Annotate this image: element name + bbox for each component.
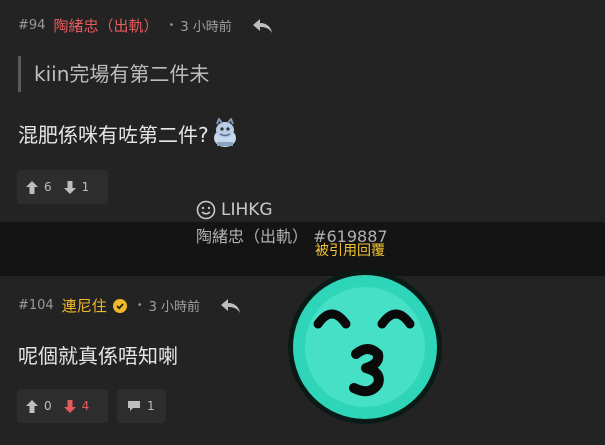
comment-icon [128,401,140,411]
comment-button[interactable]: 1 [117,389,166,423]
post-94: #94 陶緒忠（出軌） • 3 小時前 kiin完場有第二件未 混肥係咪有咗第二… [0,0,605,222]
sticker-icon [211,116,239,148]
upvote-icon[interactable] [26,180,38,194]
post-content-text: 呢個就真係唔知喇 [18,344,178,368]
post-meta: #94 陶緒忠（出軌） • 3 小時前 [18,15,274,36]
quoted-reply-tag: 被引用回覆 [315,243,385,259]
separator-dot: • [168,20,175,31]
post-content: 混肥係咪有咗第二件? [18,116,239,148]
downvote-count: 4 [81,399,90,413]
separator-dot: • [136,300,143,311]
post-time: 3 小時前 [148,300,201,315]
upvote-count: 0 [44,399,52,413]
post-number[interactable]: #94 [18,18,45,33]
smiley-icon [196,200,216,220]
upvote-count: 6 [44,180,52,194]
post-meta: #104 連尼住 • 3 小時前 [18,295,242,316]
post-content: 呢個就真係唔知喇 [18,340,178,369]
kiss-emoji-icon [288,270,442,424]
post-content-text: 混肥係咪有咗第二件? [18,122,209,147]
upvote-icon[interactable] [26,399,38,413]
vote-bar: 6 1 [17,170,108,204]
reply-icon[interactable] [220,297,242,315]
lihkg-watermark: LIHKG 陶緒忠（出軌） #619887 被引用回覆 [196,200,388,259]
quoted-text: kiin完場有第二件未 [18,56,209,92]
watermark-brand-text: LIHKG [221,200,273,220]
post-number[interactable]: #104 [18,298,54,313]
downvote-icon[interactable] [63,399,76,413]
vote-bar: 0 4 [17,389,108,423]
comment-count: 1 [147,399,155,413]
watermark-brand: LIHKG [196,200,388,220]
username[interactable]: 陶緒忠（出軌） [53,15,158,36]
downvote-icon[interactable] [63,180,76,194]
downvote-count: 1 [81,180,90,194]
reply-icon[interactable] [252,17,274,35]
post-time: 3 小時前 [180,20,232,35]
username[interactable]: 連尼住 [62,295,107,316]
verified-icon [112,298,127,313]
